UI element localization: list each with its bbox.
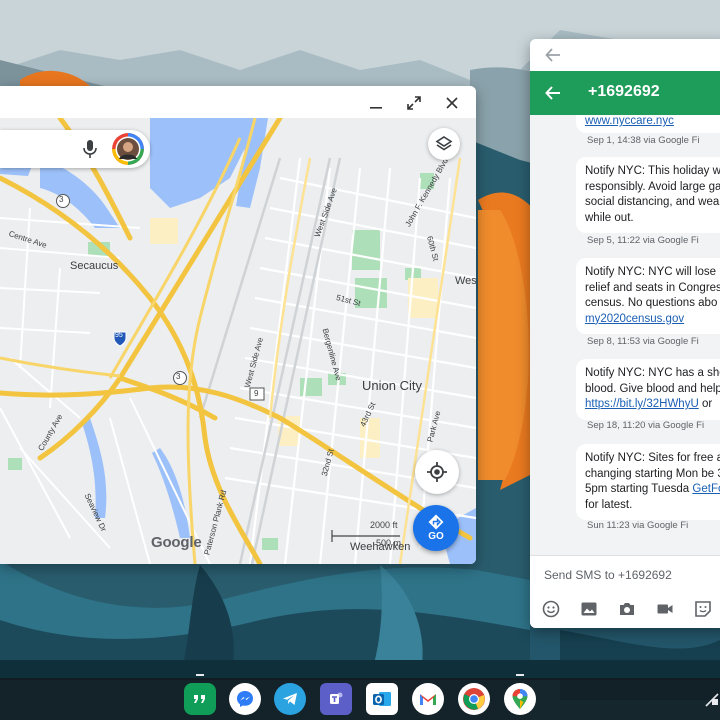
status-area-icon[interactable]: [704, 692, 720, 708]
route-shield-95: 95: [115, 332, 123, 339]
message-bubble[interactable]: Notify NYC: Sites for free are changing …: [576, 444, 720, 520]
message-timestamp: Sep 5, 11:22 via Google Fi: [587, 235, 699, 246]
message-text: Notify NYC: NYC has a sho blood. Give bl…: [585, 367, 720, 395]
avatar[interactable]: [112, 133, 144, 165]
directions-icon: [428, 514, 444, 530]
messages-window: +1692692 www.nyccare.nyc Sep 1, 14:38 vi…: [530, 39, 720, 628]
shelf: [0, 674, 720, 720]
message-bubble[interactable]: Notify NYC: This holiday w responsibly. …: [576, 157, 720, 233]
mic-icon[interactable]: [82, 139, 98, 159]
message-text-tail: or: [698, 398, 713, 410]
messenger-icon[interactable]: [229, 683, 261, 715]
hangouts-icon[interactable]: [184, 683, 216, 715]
message-bubble[interactable]: Notify NYC: NYC has a sho blood. Give bl…: [576, 359, 720, 420]
map-graphic: [0, 118, 476, 564]
message-bubble[interactable]: Notify NYC: NYC will lose l relief and s…: [576, 258, 720, 334]
message-link[interactable]: www.nyccare.nyc: [585, 115, 674, 127]
message-link[interactable]: my2020census.gov: [585, 313, 684, 325]
place-label-union-city: Union City: [362, 378, 422, 393]
messages-titlebar[interactable]: [530, 39, 720, 71]
teams-icon[interactable]: [320, 683, 352, 715]
chrome-icon[interactable]: [458, 683, 490, 715]
minimize-icon[interactable]: [365, 92, 387, 114]
route-shield-9: 9: [254, 389, 259, 398]
gallery-icon[interactable]: [578, 598, 600, 620]
place-label-west: Wes: [455, 275, 476, 287]
message-thread[interactable]: www.nyccare.nyc Sep 1, 14:38 via Google …: [530, 115, 720, 555]
google-maps-icon[interactable]: [504, 683, 536, 715]
message-link[interactable]: GetFood: [692, 483, 720, 495]
google-logo: Google: [151, 534, 202, 551]
message-text: Notify NYC: This holiday w responsibly. …: [585, 165, 720, 224]
message-timestamp: Sep 18, 11:20 via Google Fi: [587, 420, 705, 431]
message-bubble[interactable]: www.nyccare.nyc: [576, 115, 720, 133]
message-timestamp: Sep 1, 14:38 via Google Fi: [587, 135, 700, 146]
window-indicator: [196, 674, 204, 676]
compose-bar: Send SMS to +1692692: [530, 555, 720, 628]
map-canvas[interactable]: 3 95 3 9 Secaucus Union City Weehawken W…: [0, 118, 476, 564]
message-link[interactable]: https://bit.ly/32HWhyU: [585, 398, 699, 410]
maximize-icon[interactable]: [403, 92, 425, 114]
message-timestamp: Sep 8, 11:53 via Google Fi: [587, 336, 699, 347]
place-label-secaucus: Secaucus: [70, 260, 119, 272]
video-icon[interactable]: [654, 598, 676, 620]
close-icon[interactable]: [441, 92, 463, 114]
outlook-icon[interactable]: [366, 683, 398, 715]
my-location-icon[interactable]: [415, 450, 459, 494]
scale-meters: 500 m: [376, 538, 402, 548]
directions-go-button[interactable]: GO: [413, 505, 459, 551]
maps-titlebar[interactable]: [0, 86, 476, 118]
emoji-icon[interactable]: [540, 598, 562, 620]
back-arrow-icon[interactable]: [542, 44, 564, 66]
message-timestamp: Sun 11:23 via Google Fi: [587, 520, 689, 531]
search-bar[interactable]: [0, 130, 150, 168]
conversation-title: +1692692: [588, 83, 660, 100]
sms-input[interactable]: Send SMS to +1692692: [544, 568, 672, 582]
conversation-header: +1692692: [530, 71, 720, 115]
back-arrow-icon[interactable]: [542, 82, 564, 104]
maps-window: 3 95 3 9 Secaucus Union City Weehawken W…: [0, 86, 476, 564]
telegram-icon[interactable]: [274, 683, 306, 715]
message-text: Notify NYC: NYC will lose l relief and s…: [585, 266, 720, 309]
route-shield-3: 3: [176, 372, 181, 381]
route-shield-3: 3: [59, 195, 64, 204]
message-text-tail: for latest.: [585, 498, 633, 511]
gmail-icon[interactable]: [412, 683, 444, 715]
scale-feet: 2000 ft: [370, 520, 398, 530]
window-indicator: [516, 674, 524, 676]
camera-icon[interactable]: [616, 598, 638, 620]
layers-icon[interactable]: [428, 128, 460, 160]
sticker-icon[interactable]: [692, 598, 714, 620]
go-label: GO: [428, 531, 444, 542]
